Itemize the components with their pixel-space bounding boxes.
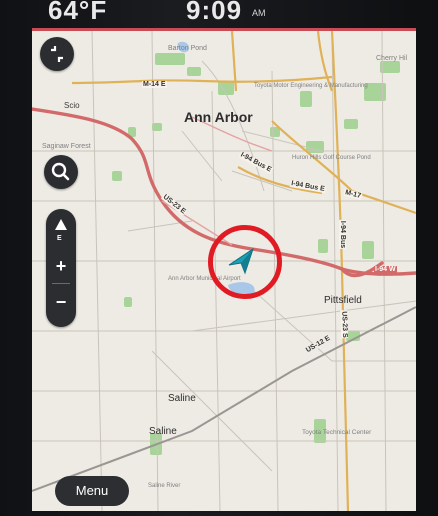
zoom-out-label: − bbox=[55, 292, 67, 312]
map-label-toyota-technical-center: Toyota Technical Center bbox=[302, 429, 372, 436]
zoom-control: E + − bbox=[46, 209, 76, 327]
map-label-saline-lower: Saline bbox=[149, 426, 177, 437]
compass-arrow-icon bbox=[55, 219, 67, 230]
map-label-saline-river: Saline River bbox=[148, 483, 181, 489]
shrink-view-icon bbox=[51, 46, 63, 62]
menu-button[interactable]: Menu bbox=[55, 476, 129, 506]
map-label-saginaw-forest: Saginaw Forest bbox=[42, 143, 91, 150]
zoom-in-button[interactable]: + bbox=[46, 249, 76, 283]
navigation-screen: Ann Arbor Pittsfield Saline Saline Scio … bbox=[32, 28, 416, 511]
search-icon bbox=[51, 162, 70, 181]
vehicle-position-icon bbox=[228, 247, 254, 275]
map-label-toyota-engineering: Toyota Motor Engineering & Manufacturing bbox=[254, 83, 368, 89]
status-bar: 64°F 9:09 AM bbox=[0, 0, 438, 30]
map-label-barton-pond: Barton Pond bbox=[168, 45, 207, 52]
temperature-readout: 64°F bbox=[48, 0, 108, 25]
zoom-divider bbox=[52, 283, 70, 284]
compass-button[interactable]: E bbox=[46, 213, 76, 243]
map-label-huron-hills: Huron Hills Golf Course Pond bbox=[292, 155, 371, 161]
zoom-out-button[interactable]: − bbox=[46, 285, 76, 319]
zoom-in-label: + bbox=[55, 256, 67, 276]
map-label-ann-arbor: Ann Arbor bbox=[184, 109, 253, 125]
map-label-saline-upper: Saline bbox=[168, 393, 196, 404]
map-label-pittsfield: Pittsfield bbox=[324, 295, 362, 306]
compass-heading-label: E bbox=[57, 235, 62, 242]
map-label-cherry-hill: Cherry Hil bbox=[376, 55, 408, 62]
map-view-toggle-button[interactable] bbox=[40, 37, 74, 71]
road-label-i94-w: I-94 W bbox=[374, 266, 397, 273]
road-label-m14-e: M-14 E bbox=[142, 81, 167, 88]
map-label-scio: Scio bbox=[64, 101, 80, 110]
clock-time: 9:09 bbox=[186, 0, 243, 25]
clock-ampm: AM bbox=[252, 8, 266, 18]
road-label-i94-bus-vertical: I-94 Bus bbox=[339, 219, 347, 250]
road-label-us23-s: US-23 S bbox=[340, 310, 349, 339]
search-button[interactable] bbox=[44, 155, 78, 189]
